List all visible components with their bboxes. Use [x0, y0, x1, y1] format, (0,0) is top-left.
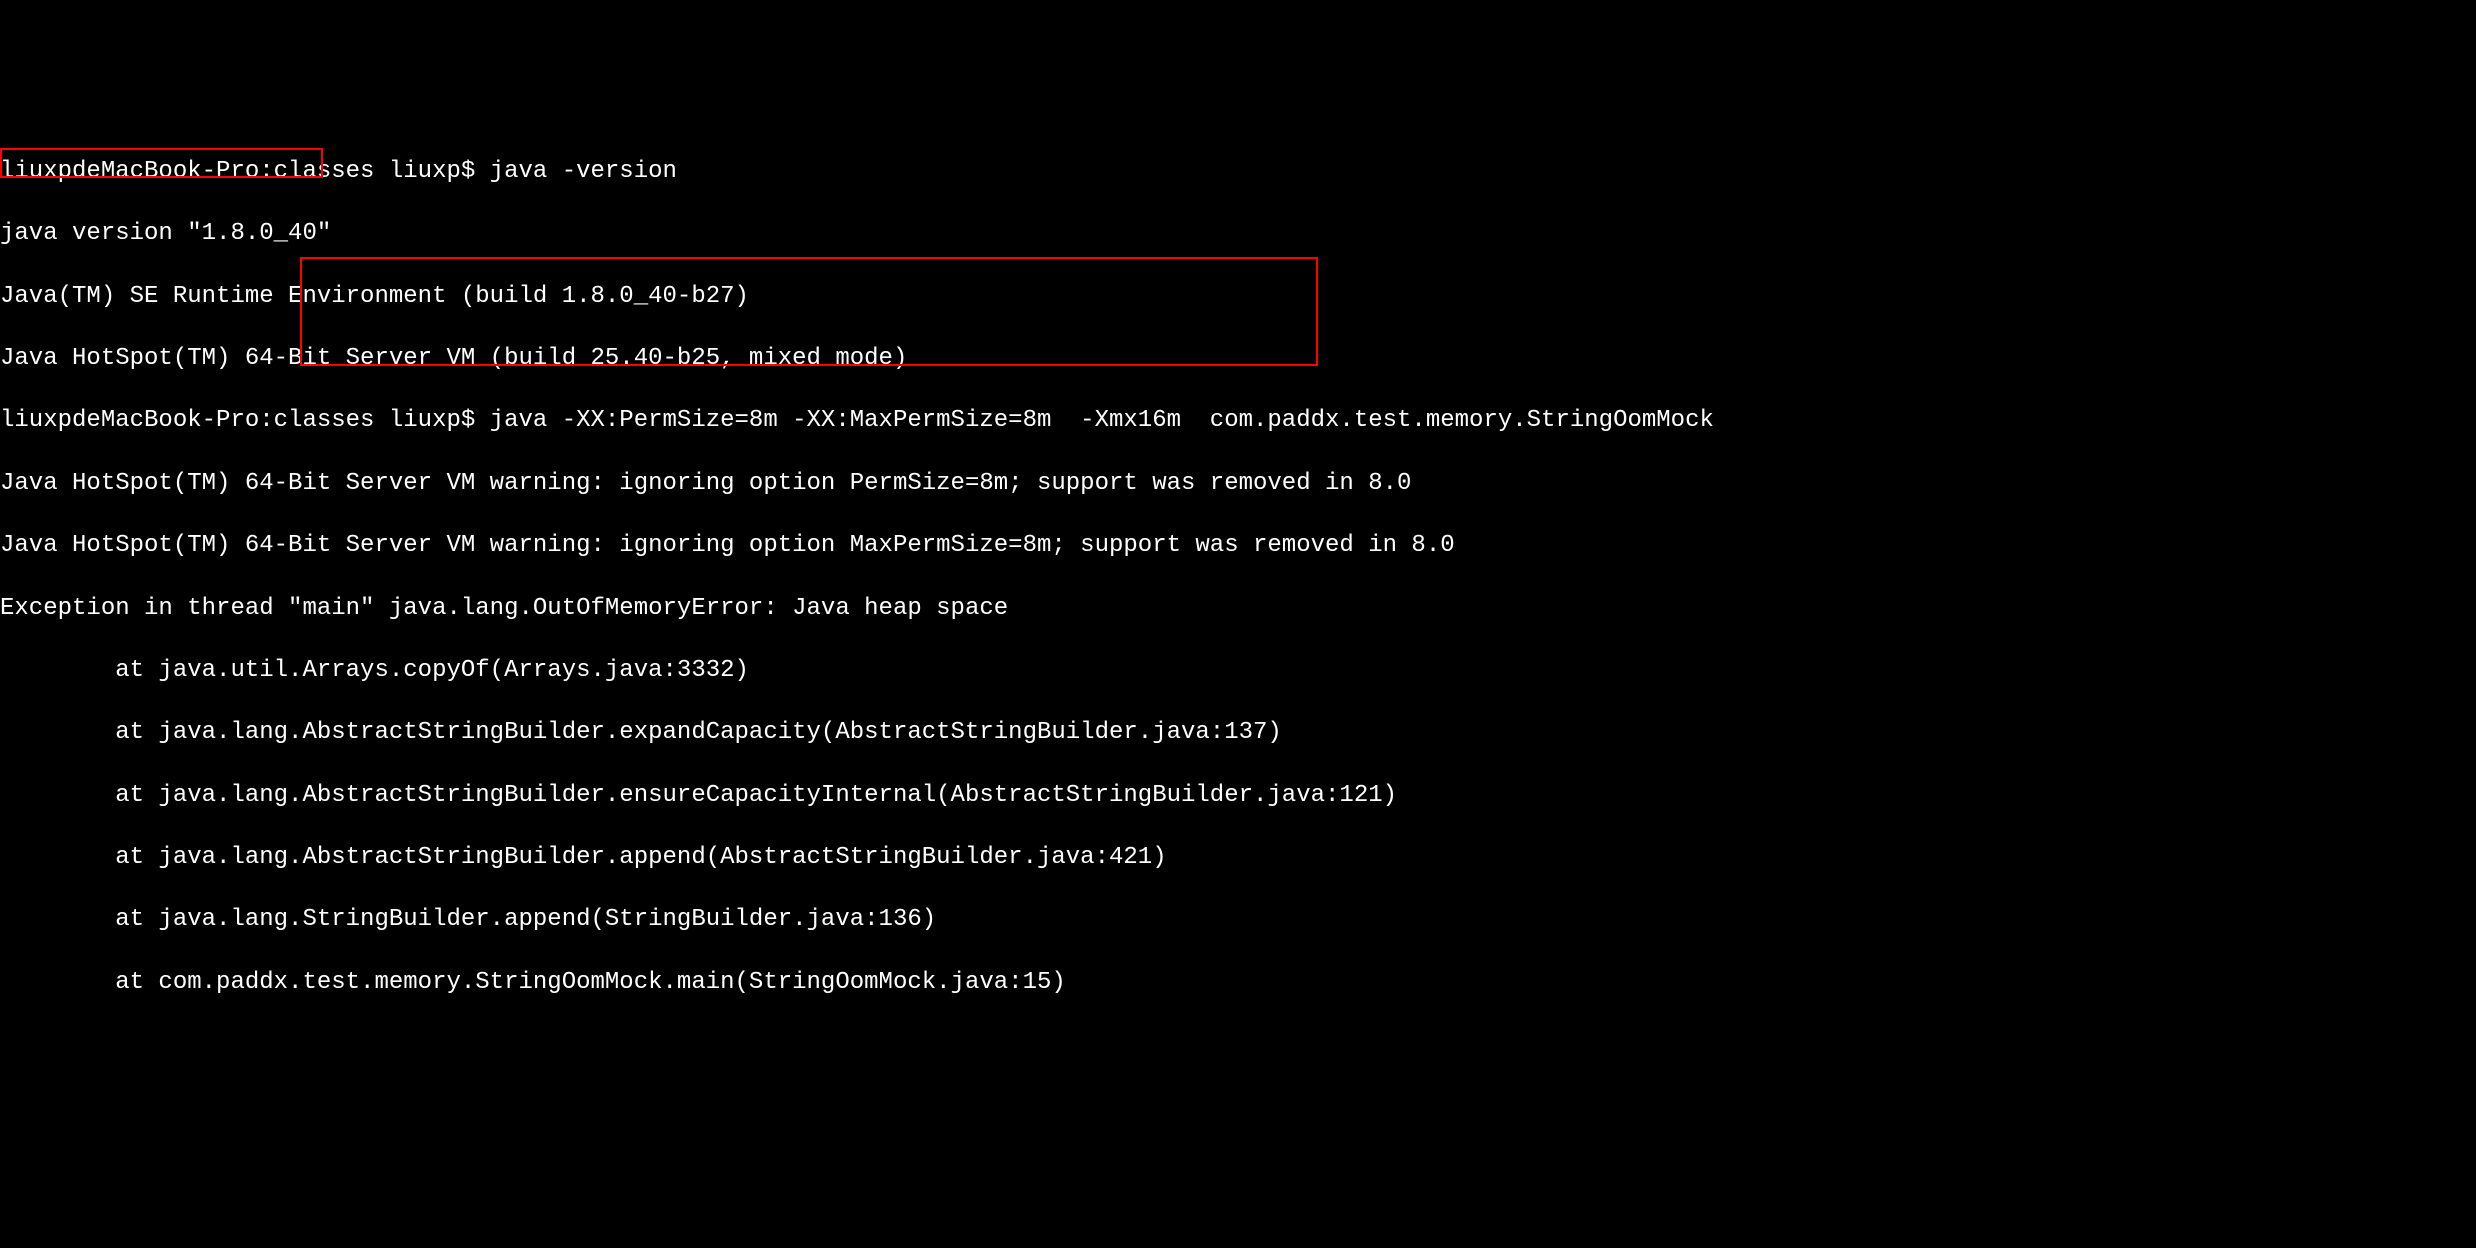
terminal-line: at com.paddx.test.memory.StringOomMock.m…: [0, 967, 2476, 998]
terminal-line: liuxpdeMacBook-Pro:classes liuxp$ java -…: [0, 405, 2476, 436]
terminal-output: liuxpdeMacBook-Pro:classes liuxp$ java -…: [0, 125, 2476, 1092]
terminal-line: Exception in thread "main" java.lang.Out…: [0, 593, 2476, 624]
terminal-line: Java HotSpot(TM) 64-Bit Server VM warnin…: [0, 468, 2476, 499]
terminal-line: at java.lang.AbstractStringBuilder.expan…: [0, 717, 2476, 748]
terminal-line: Java HotSpot(TM) 64-Bit Server VM warnin…: [0, 530, 2476, 561]
terminal-line: Java(TM) SE Runtime Environment (build 1…: [0, 281, 2476, 312]
terminal-line: Java HotSpot(TM) 64-Bit Server VM (build…: [0, 343, 2476, 374]
terminal-line: at java.lang.AbstractStringBuilder.ensur…: [0, 780, 2476, 811]
terminal-line: at java.util.Arrays.copyOf(Arrays.java:3…: [0, 655, 2476, 686]
terminal-line: at java.lang.AbstractStringBuilder.appen…: [0, 842, 2476, 873]
terminal-line: liuxpdeMacBook-Pro:classes liuxp$ java -…: [0, 156, 2476, 187]
terminal-line: at java.lang.StringBuilder.append(String…: [0, 904, 2476, 935]
terminal-line: java version "1.8.0_40": [0, 218, 2476, 249]
